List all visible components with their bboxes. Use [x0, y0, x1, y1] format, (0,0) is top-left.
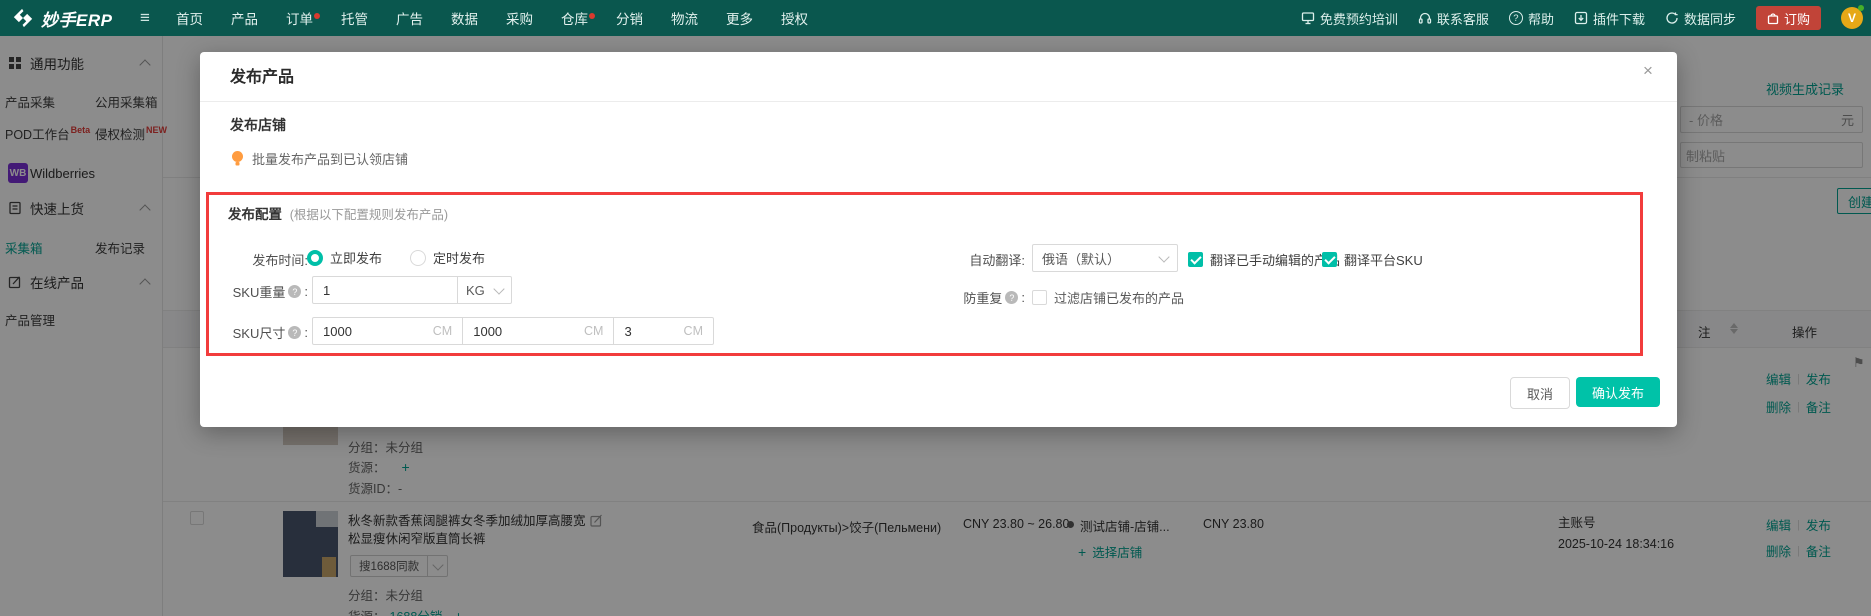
shopping-bag-icon [1767, 12, 1779, 24]
divider [200, 101, 1677, 102]
checkbox-checked-icon [1188, 252, 1203, 267]
nav-item-product[interactable]: 产品 [223, 8, 266, 28]
chevron-down-icon [1158, 250, 1170, 263]
radio-on-icon [307, 249, 323, 266]
config-hint: (根据以下配置规则发布产品) [289, 208, 449, 222]
chevron-down-icon [493, 282, 505, 295]
nav-item-purchase[interactable]: 采购 [498, 8, 541, 28]
nav-item-logistics[interactable]: 物流 [663, 8, 706, 28]
publish-time-label: 发布时间: [252, 253, 308, 268]
checkbox-unchecked-icon [1032, 290, 1047, 305]
publish-product-modal: 发布产品 × 发布店铺 批量发布产品到已认领店铺 发布配置 (根据以下配置规则发… [200, 52, 1677, 427]
logo-text: 妙手ERP [41, 10, 113, 30]
checkbox-checked-icon [1322, 252, 1337, 267]
notification-dot [589, 13, 595, 19]
size-width-input[interactable]: 1000 CM [462, 318, 613, 344]
size-height-input[interactable]: 3 CM [613, 318, 713, 344]
size-length-input[interactable]: 1000 CM [313, 318, 462, 344]
notification-dot [314, 13, 320, 19]
data-sync-link[interactable]: 数据同步 [1665, 9, 1736, 28]
nav-item-more[interactable]: 更多 [718, 8, 761, 28]
headset-icon [1418, 12, 1432, 24]
help-icon[interactable]: ? [1005, 291, 1019, 304]
sku-weight-label: SKU重量?: [232, 284, 308, 300]
nav-item-authorization[interactable]: 授权 [773, 8, 816, 28]
nav-item-data[interactable]: 数据 [443, 8, 486, 28]
help-icon[interactable]: ? [288, 326, 302, 339]
plugin-download-link[interactable]: 插件下载 [1574, 9, 1645, 28]
nav-item-home[interactable]: 首页 [168, 8, 211, 28]
online-status-dot [1858, 5, 1864, 11]
training-link[interactable]: 免费预约培训 [1301, 9, 1398, 28]
confirm-publish-button[interactable]: 确认发布 [1576, 377, 1660, 407]
tip-row: 批量发布产品到已认领店铺 [230, 149, 408, 168]
topbar: 妙手ERP ≡ 首页 产品 订单 托管 广告 数据 采购 仓库 分销 物流 更多… [0, 0, 1871, 36]
auto-translate-label: 自动翻译: [969, 253, 1025, 268]
avatar[interactable]: V [1841, 5, 1864, 29]
nav-item-order[interactable]: 订单 [278, 8, 321, 28]
nav-item-ads[interactable]: 广告 [388, 8, 431, 28]
config-section-title: 发布配置 (根据以下配置规则发布产品) [228, 207, 449, 222]
translate-language-select[interactable]: 俄语（默认） [1032, 244, 1178, 272]
nav-item-hosting[interactable]: 托管 [333, 8, 376, 28]
main-nav: 首页 产品 订单 托管 广告 数据 采购 仓库 分销 物流 更多 授权 [168, 0, 816, 36]
sku-size-input-group: 1000 CM 1000 CM 3 CM [312, 317, 714, 345]
close-icon[interactable]: × [1637, 60, 1659, 82]
hamburger-icon[interactable]: ≡ [140, 0, 150, 36]
checkbox-translate-sku[interactable]: 翻译平台SKU [1322, 250, 1423, 269]
training-icon [1301, 12, 1315, 25]
help-icon: ? [1508, 11, 1523, 25]
tip-text: 批量发布产品到已认领店铺 [252, 152, 409, 167]
publish-time-radios: 立即发布 定时发布 [307, 248, 485, 267]
radio-timed[interactable]: 定时发布 [410, 248, 485, 267]
help-link[interactable]: ? 帮助 [1508, 9, 1554, 28]
app-logo[interactable]: 妙手ERP [12, 0, 112, 36]
nav-item-warehouse[interactable]: 仓库 [553, 8, 596, 28]
topbar-right: 免费预约培训 联系客服 ? 帮助 插件下载 数据同步 订购 V [1301, 0, 1864, 36]
weight-unit-select[interactable]: KG [457, 276, 512, 304]
cancel-button[interactable]: 取消 [1510, 377, 1570, 409]
checkbox-translate-edited[interactable]: 翻译已手动编辑的产品 [1188, 250, 1340, 269]
nav-item-distribution[interactable]: 分销 [608, 8, 651, 28]
radio-off-icon [410, 249, 427, 266]
download-icon [1574, 11, 1588, 25]
page-root: 通用功能 产品采集 公用采集箱 POD工作台Beta 侵权检测NEW WB Wi… [0, 0, 1871, 616]
sync-icon [1666, 12, 1678, 24]
bulb-icon [232, 151, 243, 166]
modal-title: 发布产品 [230, 69, 295, 86]
shop-section-title: 发布店铺 [230, 117, 286, 133]
dedupe-label: 防重复?: [963, 290, 1025, 306]
checkbox-dedupe[interactable]: 过滤店铺已发布的产品 [1032, 288, 1184, 307]
subscribe-button[interactable]: 订购 [1755, 6, 1821, 30]
logo-icon [13, 8, 33, 28]
customer-service-link[interactable]: 联系客服 [1418, 9, 1489, 28]
radio-immediate[interactable]: 立即发布 [307, 248, 382, 267]
sku-weight-input[interactable]: 1 [312, 276, 458, 304]
help-icon[interactable]: ? [288, 285, 302, 298]
sku-size-label: SKU尺寸?: [232, 325, 308, 341]
